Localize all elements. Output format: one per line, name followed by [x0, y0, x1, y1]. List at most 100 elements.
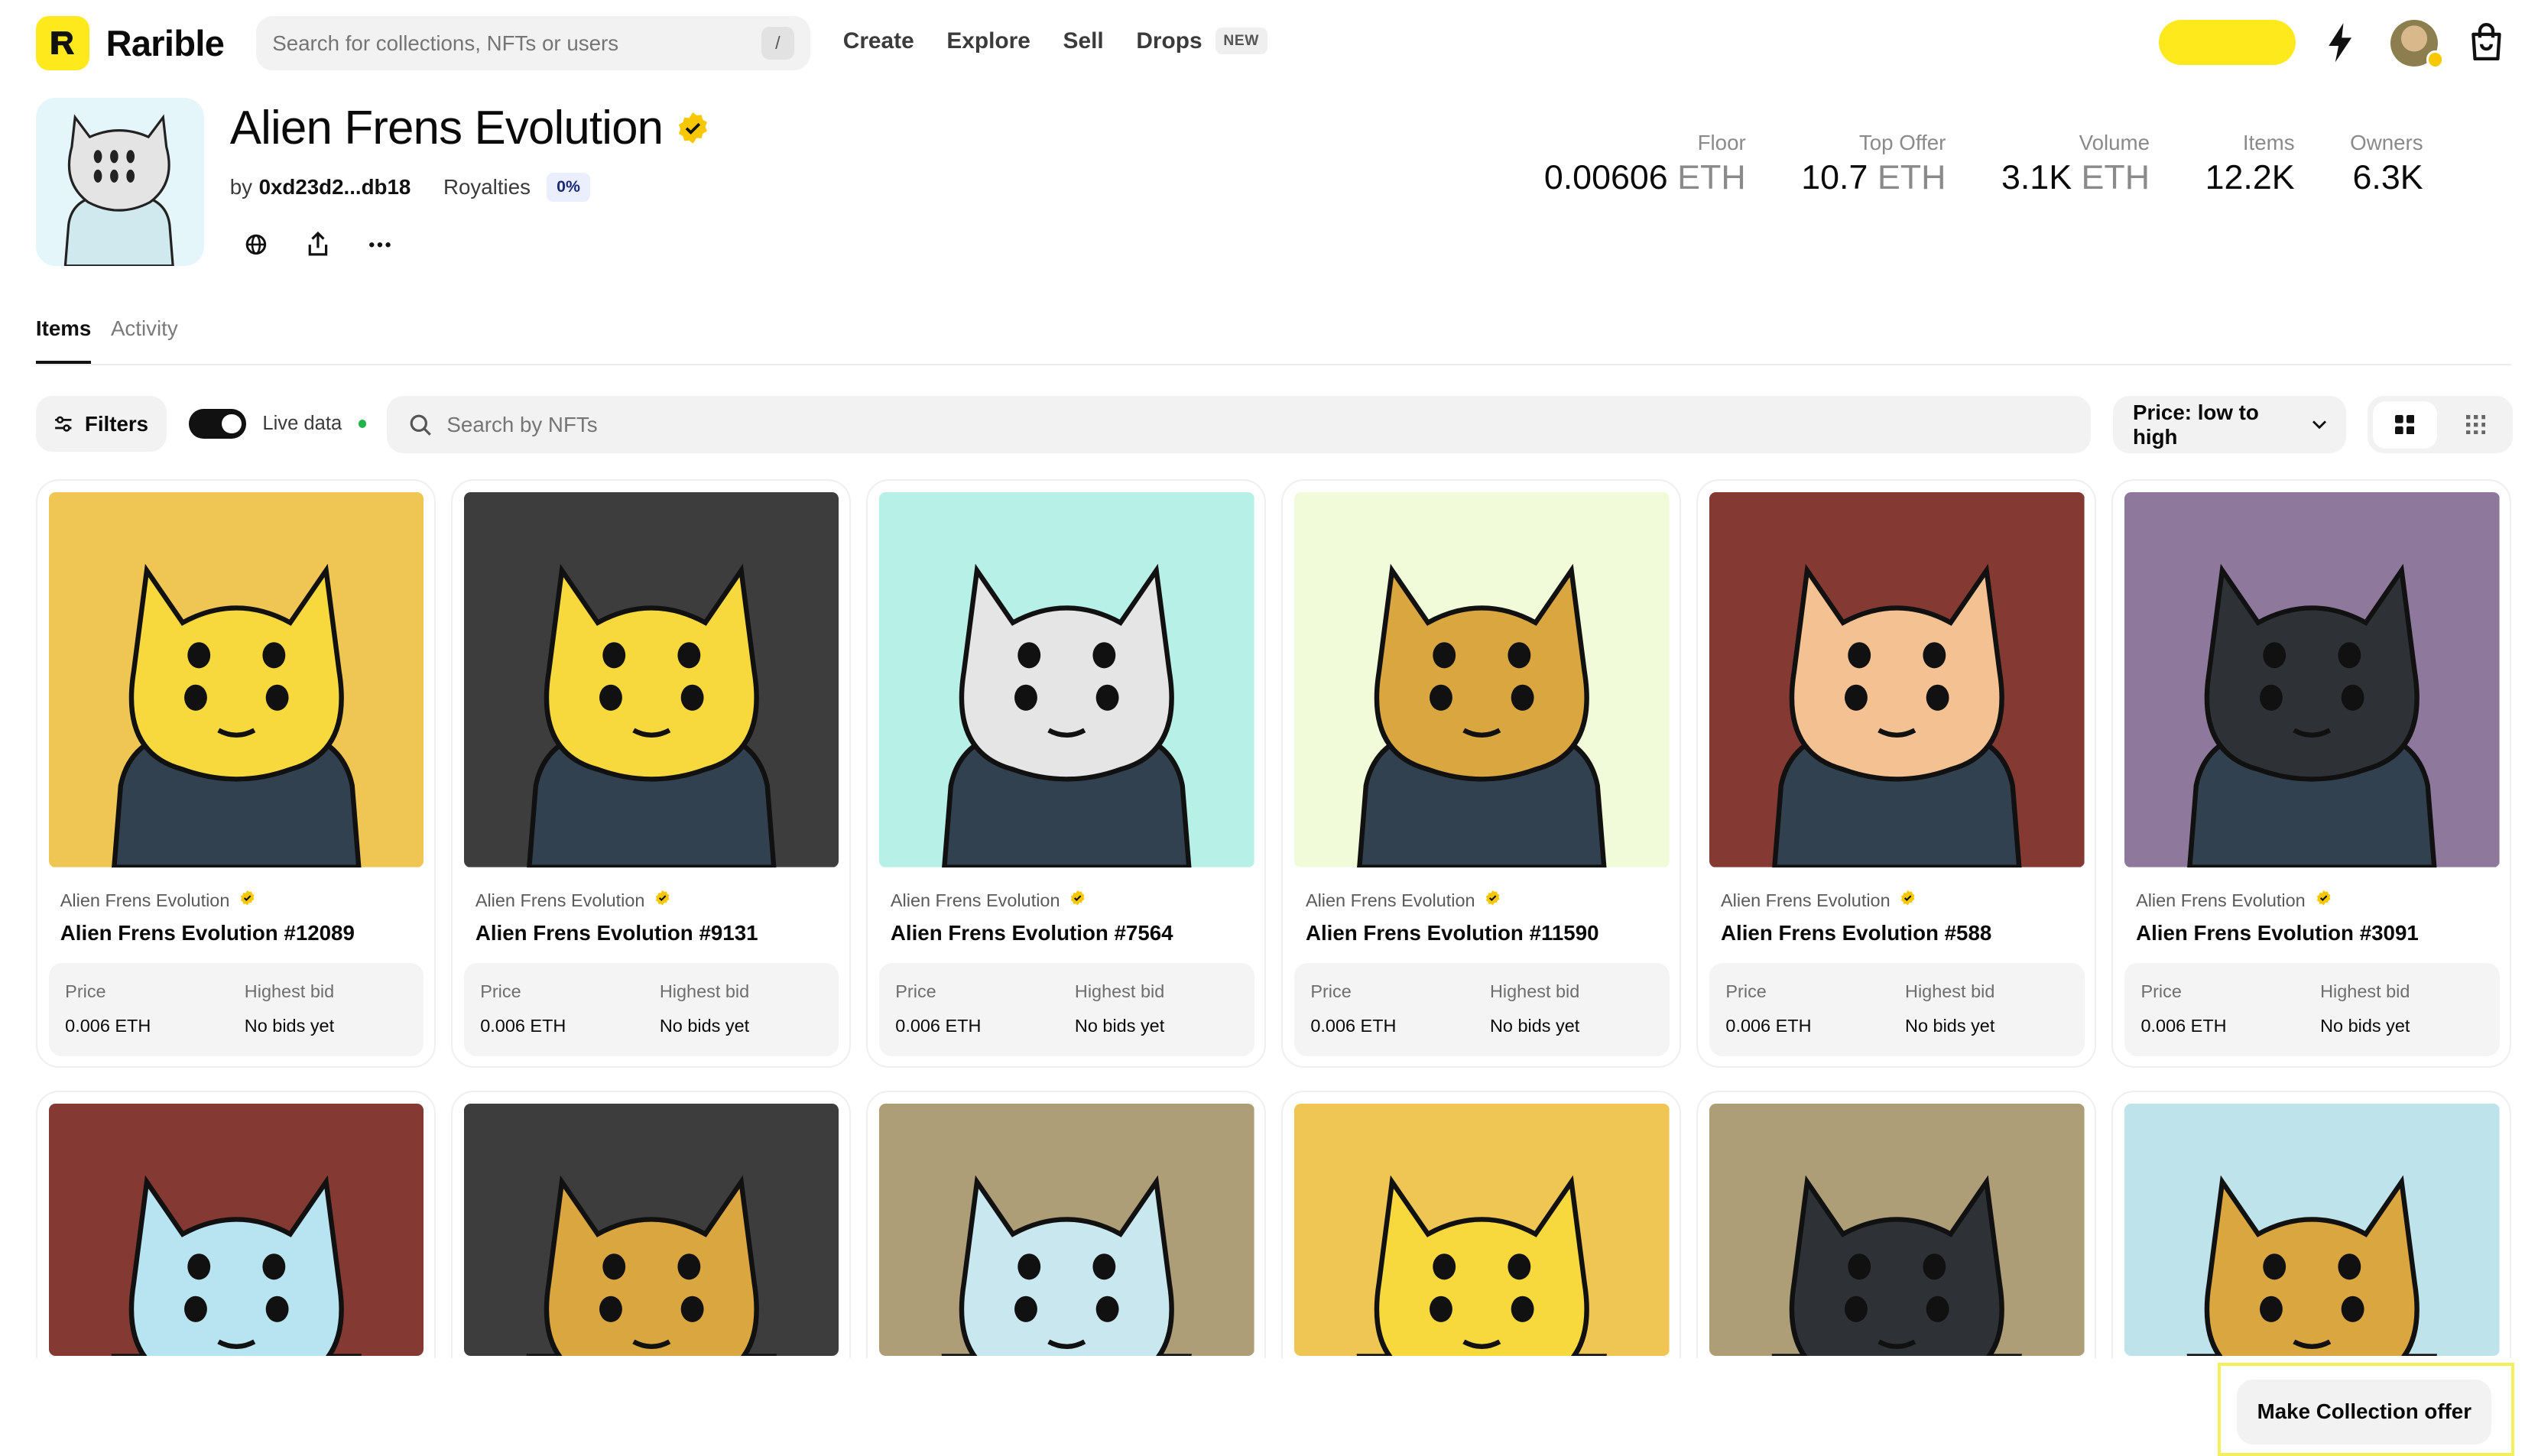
nft-price-box: Price Highest bid 0.006 ETH No bids yet: [463, 963, 839, 1057]
nft-image[interactable]: [2124, 1103, 2500, 1357]
main-nav: Create Explore Sell Drops NEW: [843, 28, 1267, 55]
make-collection-offer-button[interactable]: Make Collection offer: [2237, 1379, 2492, 1445]
highest-bid-value: No bids yet: [1489, 1015, 1580, 1036]
nft-image[interactable]: [878, 492, 1254, 867]
shopping-bag-icon[interactable]: [2468, 22, 2504, 62]
nft-image[interactable]: [1709, 1103, 2085, 1357]
more-options-icon[interactable]: [365, 230, 394, 259]
highest-bid-label: Highest bid: [1905, 981, 1995, 1001]
nft-image[interactable]: [2124, 492, 2500, 867]
nft-title[interactable]: Alien Frens Evolution #12089: [60, 921, 355, 945]
nft-search-input[interactable]: [446, 412, 2068, 437]
sort-dropdown[interactable]: Price: low to high: [2113, 396, 2347, 453]
price-value: 0.006 ETH: [2140, 1015, 2227, 1036]
global-search-bar[interactable]: /: [255, 16, 811, 70]
nft-title[interactable]: Alien Frens Evolution #9131: [475, 921, 758, 945]
verified-badge-icon: [239, 890, 255, 910]
nft-collection-label: Alien Frens Evolution: [60, 890, 230, 910]
nav-drops[interactable]: Drops NEW: [1136, 28, 1267, 55]
highest-bid-value: No bids yet: [1905, 1015, 1995, 1036]
rarible-logo-icon: [35, 16, 90, 70]
nft-title[interactable]: Alien Frens Evolution #588: [1721, 921, 1991, 945]
share-icon[interactable]: [303, 230, 333, 259]
stat-unit: ETH: [1877, 157, 1946, 196]
nft-image[interactable]: [48, 492, 424, 867]
top-bar: Rarible / Create Explore Sell Drops NEW: [0, 0, 2537, 85]
tab-activity[interactable]: Activity: [111, 316, 178, 364]
nft-card[interactable]: Alien Frens Evolution Alien Frens Evoluti…: [2111, 479, 2511, 1068]
nft-card[interactable]: Alien Frens Evolution Alien Frens Evoluti…: [1696, 479, 2096, 1068]
nft-collection-name[interactable]: Alien Frens Evolution: [1306, 890, 1501, 910]
tab-items[interactable]: Items: [35, 316, 92, 364]
verified-badge-icon: [1900, 890, 1916, 910]
collection-title: Alien Frens Evolution: [230, 101, 710, 155]
collection-actions: [242, 230, 394, 259]
nft-image[interactable]: [463, 492, 839, 867]
creator-link[interactable]: 0xd23d2...db18: [259, 175, 411, 199]
stat-number: 10.7: [1801, 157, 1868, 196]
small-grid-button[interactable]: [2443, 401, 2507, 449]
nft-title[interactable]: Alien Frens Evolution #3091: [2136, 921, 2419, 945]
nft-image[interactable]: [878, 1103, 1254, 1357]
nft-collection-name[interactable]: Alien Frens Evolution: [2136, 890, 2332, 910]
nft-image[interactable]: [1709, 492, 2085, 867]
wallet-button[interactable]: [2159, 19, 2296, 66]
nav-drops-label: Drops: [1136, 28, 1202, 54]
price-value: 0.006 ETH: [1310, 1015, 1397, 1036]
view-mode-toggle: [2368, 396, 2513, 453]
nft-image[interactable]: [463, 1103, 839, 1357]
lightning-icon[interactable]: [2325, 21, 2355, 63]
nft-price-box: Price Highest bid 0.006 ETH No bids yet: [1709, 963, 2085, 1057]
nft-image[interactable]: [48, 1103, 424, 1357]
nft-title[interactable]: Alien Frens Evolution #7564: [891, 921, 1173, 945]
price-label: Price: [480, 981, 521, 1001]
nft-collection-label: Alien Frens Evolution: [2136, 890, 2306, 910]
nft-image[interactable]: [1294, 1103, 1670, 1357]
nav-explore[interactable]: Explore: [946, 28, 1030, 54]
nft-card[interactable]: Alien Frens Evolution Alien Frens Evoluti…: [450, 479, 851, 1068]
nft-collection-label: Alien Frens Evolution: [890, 890, 1060, 910]
collection-title-text: Alien Frens Evolution: [229, 102, 664, 155]
global-search-input[interactable]: [272, 31, 762, 56]
highest-bid-value: No bids yet: [244, 1015, 335, 1036]
nft-card[interactable]: Alien Frens Evolution Alien Frens Evoluti…: [1281, 479, 1681, 1068]
large-grid-button[interactable]: [2372, 400, 2437, 449]
stat-value: 3.1K ETH: [2001, 158, 2150, 197]
sort-label: Price: low to high: [2132, 400, 2259, 449]
live-data-toggle[interactable]: [189, 409, 247, 439]
search-icon: [410, 414, 432, 436]
nft-image[interactable]: [1294, 492, 1670, 867]
nft-search-bar[interactable]: [386, 396, 2091, 453]
nft-title[interactable]: Alien Frens Evolution #11590: [1306, 921, 1599, 945]
live-status-dot: [358, 420, 367, 428]
nft-collection-name[interactable]: Alien Frens Evolution: [475, 890, 671, 910]
highest-bid-label: Highest bid: [659, 981, 750, 1001]
nav-create[interactable]: Create: [843, 28, 914, 54]
price-label: Price: [2140, 981, 2182, 1001]
nft-price-box: Price Highest bid 0.006 ETH No bids yet: [878, 963, 1254, 1057]
stat-value: 6.3K: [2350, 158, 2423, 197]
rarible-logo[interactable]: Rarible: [35, 16, 225, 70]
highest-bid-label: Highest bid: [2320, 981, 2410, 1001]
by-label: by: [229, 174, 253, 199]
price-label: Price: [1310, 981, 1352, 1001]
collection-stats: Floor 0.00606 ETH Top Offer 10.7 ETH Vol…: [1544, 131, 2423, 197]
live-data-control: Live data: [189, 409, 367, 439]
nft-card[interactable]: Alien Frens Evolution Alien Frens Evoluti…: [866, 479, 1266, 1068]
price-value: 0.006 ETH: [480, 1015, 566, 1036]
nft-collection-name[interactable]: Alien Frens Evolution: [891, 890, 1086, 910]
live-data-label: Live data: [262, 413, 342, 435]
globe-icon[interactable]: [242, 230, 271, 259]
filters-button[interactable]: Filters: [35, 396, 167, 452]
filter-sliders-icon: [55, 416, 72, 432]
nft-collection-name[interactable]: Alien Frens Evolution: [1721, 890, 1916, 910]
nav-sell[interactable]: Sell: [1063, 28, 1104, 54]
stat-number: 3.1K: [2001, 157, 2072, 196]
collection-tabs: Items Activity: [35, 316, 2511, 365]
bottom-overlay: [0, 1357, 2537, 1456]
price-label: Price: [895, 981, 936, 1001]
nft-collection-name[interactable]: Alien Frens Evolution: [60, 890, 256, 910]
stat-value: 10.7 ETH: [1801, 158, 1946, 197]
filters-label: Filters: [84, 411, 149, 436]
nft-card[interactable]: Alien Frens Evolution Alien Frens Evoluti…: [35, 479, 436, 1068]
